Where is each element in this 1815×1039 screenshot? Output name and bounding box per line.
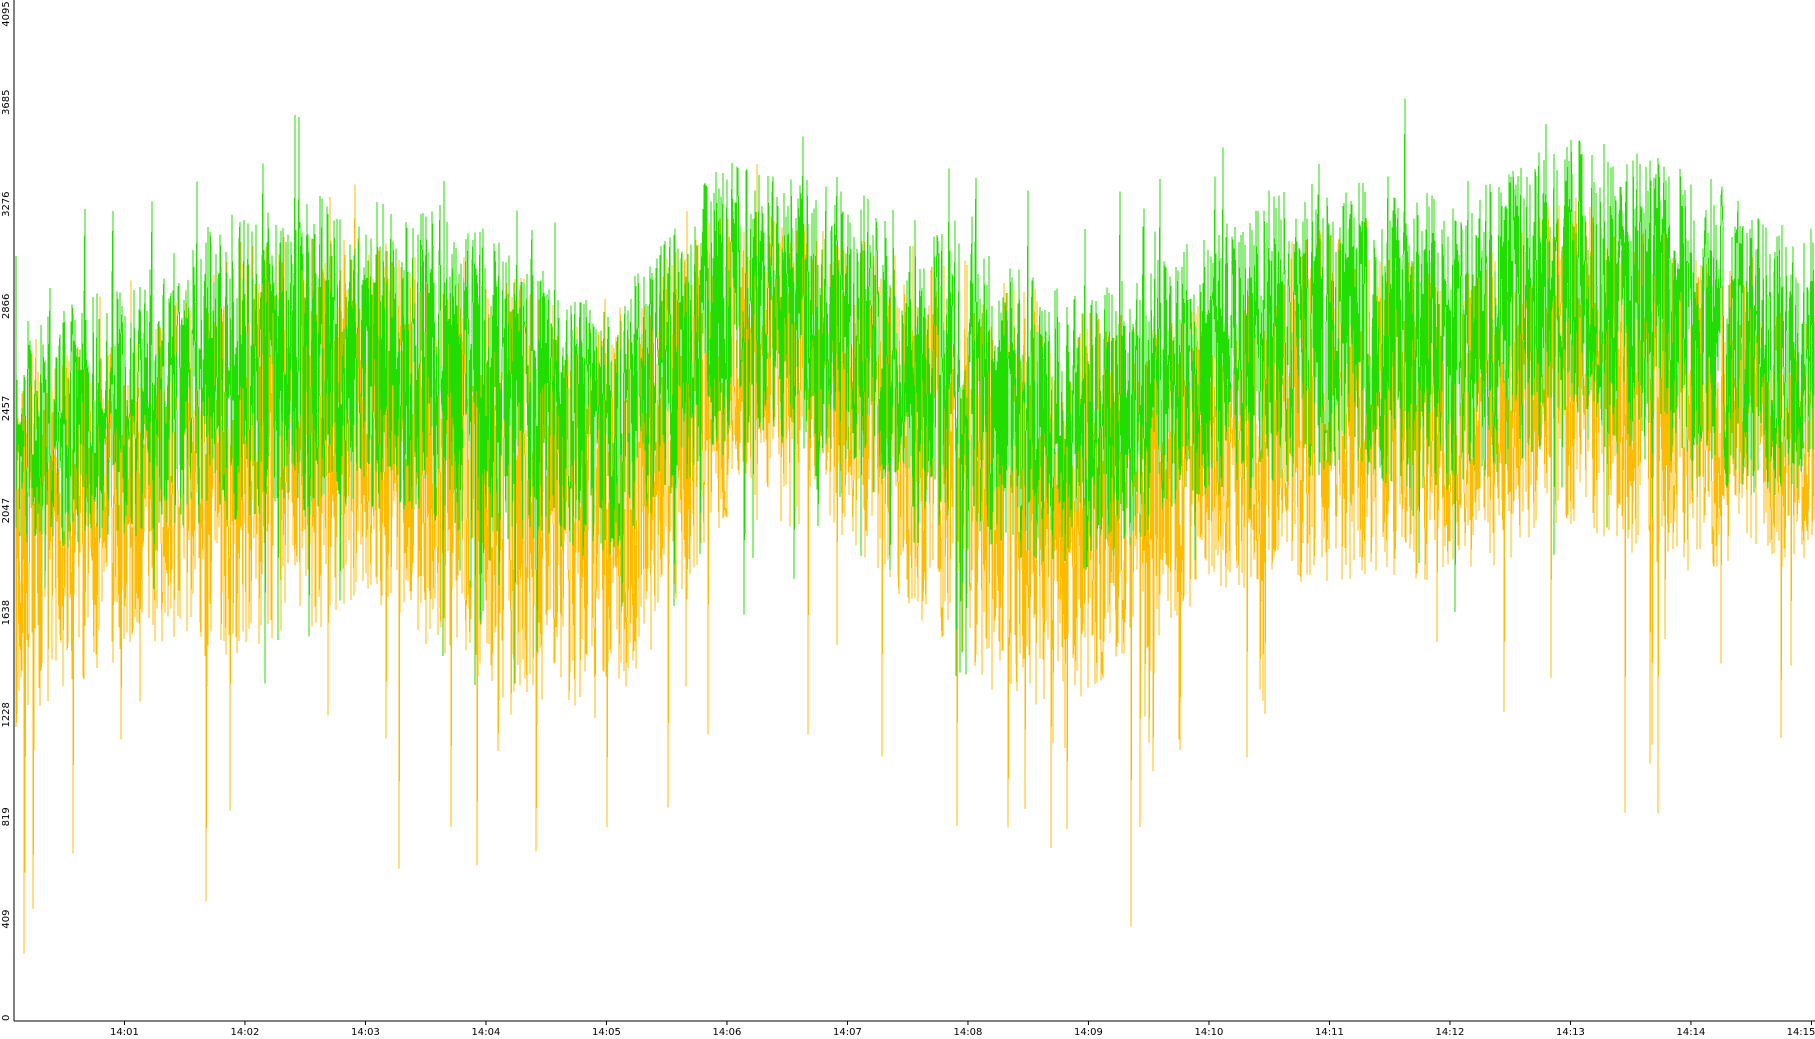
x-tick-label: 14:03 <box>351 1027 380 1038</box>
x-tick-label: 14:10 <box>1195 1027 1224 1038</box>
y-tick-label: 1228 <box>1 702 12 727</box>
y-tick-label: 3685 <box>1 89 12 114</box>
y-tick-label: 409 <box>1 909 12 928</box>
chart: 040981912281638204724572866327636854095 … <box>1 0 1815 1038</box>
y-tick-label: 0 <box>1 1015 12 1021</box>
plot-area <box>15 98 1815 954</box>
x-tick-label: 14:02 <box>231 1027 260 1038</box>
x-tick-label: 14:01 <box>110 1027 139 1038</box>
x-axis: 14:01 14:02 14:03 14:04 14:05 14:06 14:07 14:08… <box>14 1020 1815 1038</box>
x-tick-label: 14:11 <box>1315 1027 1344 1038</box>
y-tick-label: 2866 <box>1 294 12 319</box>
y-tick-label: 4095 <box>1 1 12 26</box>
x-tick-label: 14:15 <box>1787 1027 1815 1038</box>
x-tick-label: 14:14 <box>1677 1027 1706 1038</box>
y-tick-label: 2047 <box>1 498 12 523</box>
x-tick-label: 14:07 <box>833 1027 862 1038</box>
y-tick-label: 3276 <box>1 191 12 216</box>
x-tick-label: 14:05 <box>592 1027 621 1038</box>
y-tick-label: 819 <box>1 807 12 826</box>
x-tick-label: 14:09 <box>1074 1027 1103 1038</box>
x-tick-label: 14:12 <box>1436 1027 1465 1038</box>
x-tick-label: 14:08 <box>954 1027 983 1038</box>
x-tick-label: 14:06 <box>713 1027 742 1038</box>
y-tick-label: 2457 <box>1 396 12 421</box>
x-tick-label: 14:04 <box>472 1027 501 1038</box>
y-tick-label: 1638 <box>1 600 12 625</box>
y-axis: 0 409 819 1228 1638 2047 2457 2866 3276 3685 4095 <box>1 0 15 1021</box>
x-tick-label: 14:13 <box>1556 1027 1585 1038</box>
